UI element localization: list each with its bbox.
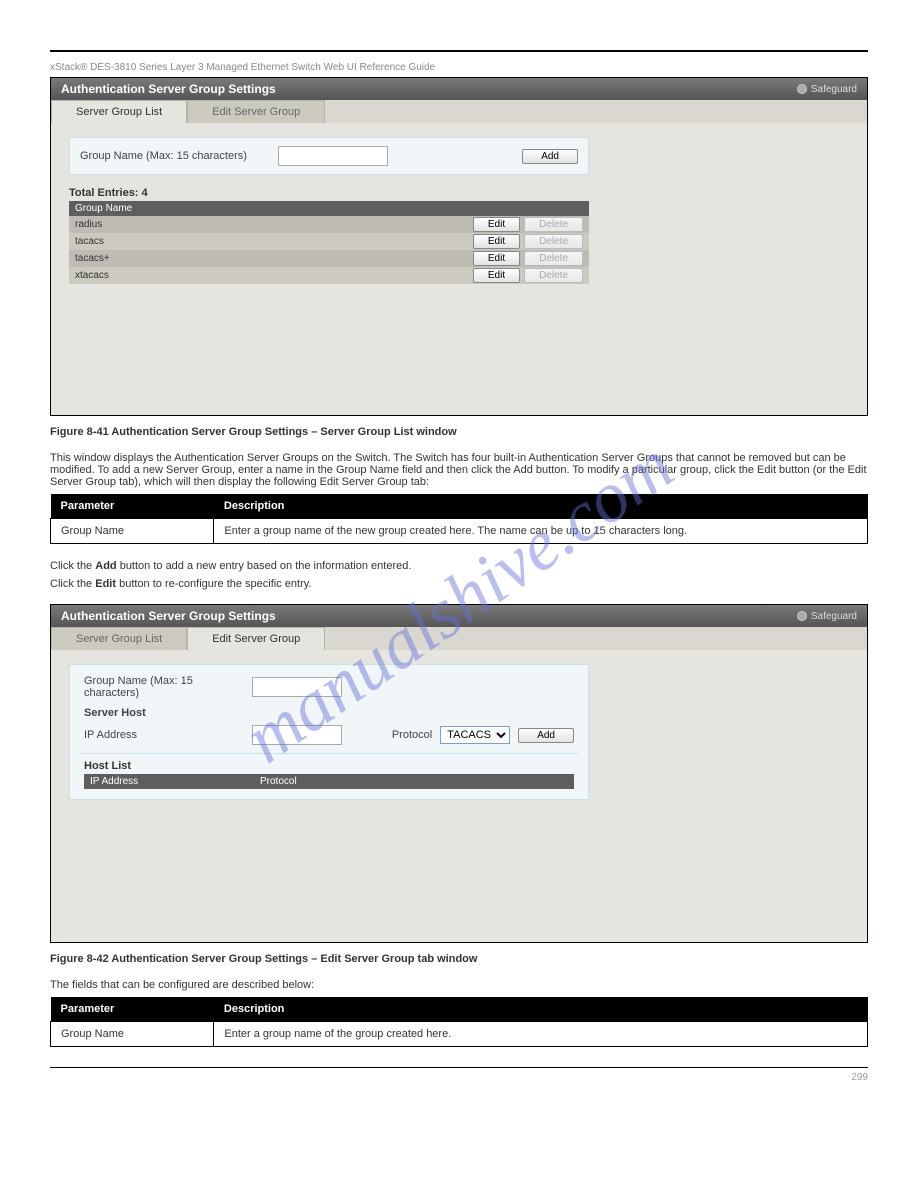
table-row: xtacacs Edit Delete xyxy=(69,267,589,284)
panel2-title: Authentication Server Group Settings xyxy=(61,609,276,623)
tab-server-group-list[interactable]: Server Group List xyxy=(51,100,187,123)
param-cell: Group Name xyxy=(51,1022,214,1047)
total-entries-label: Total Entries: xyxy=(69,187,138,199)
safeguard-icon xyxy=(797,611,807,621)
safeguard-label: Safeguard xyxy=(811,84,857,95)
instruction-edit: Click the Edit button to re-configure th… xyxy=(50,578,868,590)
protocol-select[interactable]: TACACS xyxy=(440,726,510,744)
table-row: radius Edit Delete xyxy=(69,216,589,233)
parameters-table-2: Parameter Description Group Name Enter a… xyxy=(50,997,868,1047)
host-header-protocol: Protocol xyxy=(260,776,297,787)
desc-header: Description xyxy=(214,494,868,519)
edit-button[interactable]: Edit xyxy=(473,234,520,249)
host-list-header: IP Address Protocol xyxy=(84,774,574,789)
edit-button[interactable]: Edit xyxy=(473,251,520,266)
group-name-cell: xtacacs xyxy=(75,270,469,281)
group-name-input[interactable] xyxy=(252,677,342,697)
page-number: 299 xyxy=(851,1072,868,1083)
host-header-ip: IP Address xyxy=(90,776,260,787)
paragraph: This window displays the Authentication … xyxy=(50,452,868,488)
ip-address-label: IP Address xyxy=(84,729,244,741)
tab-edit-server-group[interactable]: Edit Server Group xyxy=(187,100,325,123)
parameters-table-1: Parameter Description Group Name Enter a… xyxy=(50,494,868,544)
param-header: Parameter xyxy=(51,997,214,1022)
instruction-add: Click the Add button to add a new entry … xyxy=(50,560,868,572)
host-list-label: Host List xyxy=(84,760,574,772)
group-name-label: Group Name (Max: 15 characters) xyxy=(80,150,270,162)
group-name-label: Group Name (Max: 15 characters) xyxy=(84,675,244,699)
ip-address-input[interactable] xyxy=(252,725,342,745)
paragraph: The fields that can be configured are de… xyxy=(50,979,868,991)
safeguard-label: Safeguard xyxy=(811,611,857,622)
param-header: Parameter xyxy=(51,494,214,519)
add-button[interactable]: Add xyxy=(518,728,574,743)
table-row: tacacs Edit Delete xyxy=(69,233,589,250)
delete-button: Delete xyxy=(524,217,583,232)
total-entries-value: 4 xyxy=(142,187,148,199)
doc-header: xStack® DES-3810 Series Layer 3 Managed … xyxy=(50,62,868,73)
grid-header-group-name: Group Name xyxy=(69,201,589,216)
figure2-caption: Figure 8-42 Authentication Server Group … xyxy=(50,953,477,965)
safeguard-badge: Safeguard xyxy=(797,611,857,622)
edit-button[interactable]: Edit xyxy=(473,268,520,283)
desc-header: Description xyxy=(214,997,868,1022)
tab-server-group-list[interactable]: Server Group List xyxy=(51,627,187,650)
safeguard-badge: Safeguard xyxy=(797,84,857,95)
delete-button: Delete xyxy=(524,251,583,266)
desc-cell: Enter a group name of the group created … xyxy=(214,1022,868,1047)
group-name-input[interactable] xyxy=(278,146,388,166)
edit-button[interactable]: Edit xyxy=(473,217,520,232)
safeguard-icon xyxy=(797,84,807,94)
protocol-label: Protocol xyxy=(392,729,432,741)
group-name-cell: radius xyxy=(75,219,469,230)
delete-button: Delete xyxy=(524,234,583,249)
param-cell: Group Name xyxy=(51,519,214,544)
panel1-title: Authentication Server Group Settings xyxy=(61,82,276,96)
group-name-cell: tacacs xyxy=(75,236,469,247)
figure1-caption: Figure 8-41 Authentication Server Group … xyxy=(50,426,457,438)
group-name-cell: tacacs+ xyxy=(75,253,469,264)
server-host-label: Server Host xyxy=(84,707,574,719)
add-button[interactable]: Add xyxy=(522,149,578,164)
delete-button: Delete xyxy=(524,268,583,283)
table-row: tacacs+ Edit Delete xyxy=(69,250,589,267)
panel-edit-server-group: Authentication Server Group Settings Saf… xyxy=(50,604,868,943)
desc-cell: Enter a group name of the new group crea… xyxy=(214,519,868,544)
panel-server-group-list: Authentication Server Group Settings Saf… xyxy=(50,77,868,416)
tab-edit-server-group[interactable]: Edit Server Group xyxy=(187,627,325,650)
